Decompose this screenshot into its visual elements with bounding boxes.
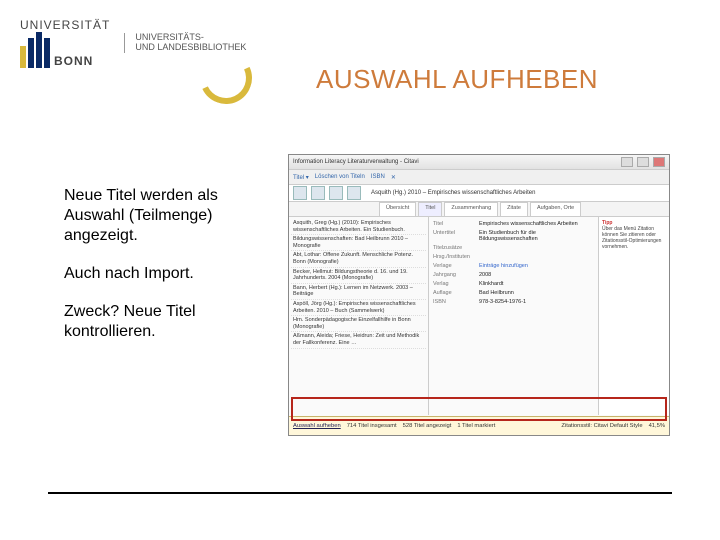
field-label: ISBN [433,299,479,305]
status-bar: Auswahl aufheben 714 Titel insgesamt 528… [289,416,669,435]
window-titlebar: Information Literacy Literaturverwaltung… [289,155,669,170]
logo-strip: UNIVERSITÄT BONN UNIVERSITÄTS- UND LANDE… [20,8,320,78]
list-item[interactable]: Becker, Hellmut: Bildungstheorie d. 16. … [291,268,426,284]
field-value[interactable] [479,254,594,260]
field-value[interactable]: 978-3-8254-1976-1 [479,299,594,305]
status-pct: 41,5% [649,423,665,429]
tab[interactable]: Aufgaben, Orte [530,202,581,216]
body-p1: Neue Titel werden als Auswahl (Teilmenge… [64,186,274,246]
menu-item[interactable]: ISBN [371,174,385,180]
tab[interactable]: Zitate [500,202,528,216]
logo-bars-icon [20,32,50,68]
tab[interactable]: Übersicht [379,202,416,216]
field-label: Auflage [433,290,479,296]
close-button[interactable] [653,157,665,167]
embedded-screenshot: Information Literacy Literaturverwaltung… [288,154,670,436]
detail-pane: TitelEmpirisches wissenschaftliches Arbe… [429,217,598,415]
field-value[interactable]: Bad Heilbrunn [479,290,594,296]
field-label: Hrsg./Instituten [433,254,479,260]
field-label: Titel [433,221,479,227]
uni-label: UNIVERSITÄT [20,18,110,32]
toolbar: Titel ▾ Löschen von Titeln ISBN ✕ [289,170,669,185]
field-value[interactable]: Ein Studienbuch für die Bildungswissensc… [479,230,594,242]
body-p3: Zweck? Neue Titel kontrollieren. [64,302,274,342]
ribbon-icon[interactable] [329,186,343,200]
ribbon-icon[interactable] [347,186,361,200]
uni-name: BONN [54,54,93,68]
ribbon-icon[interactable] [293,186,307,200]
status-segment: 528 Titel angezeigt [403,423,452,429]
menu-item[interactable]: ✕ [391,174,396,181]
list-item[interactable]: Aßmann, Aleida; Friese, Heidrun: Zeit un… [291,332,426,348]
menu-item[interactable]: Löschen von Titeln [315,174,365,180]
tab[interactable]: Zusammenhang [444,202,498,216]
body-text: Neue Titel werden als Auswahl (Teilmenge… [64,186,274,360]
status-style: Zitationsstil: Citavi Default Style [561,423,642,429]
field-value[interactable]: Klinkhardt [479,281,594,287]
field-label: Verlage [433,263,479,269]
logo-ulb: UNIVERSITÄTS- UND LANDESBIBLIOTHEK [124,33,246,53]
status-segment: 1 Titel markiert [457,423,495,429]
footer-rule [48,492,672,494]
minimize-button[interactable] [621,157,633,167]
field-label: Jahrgang [433,272,479,278]
title-list: Asquith, Greg (Hg.) (2010): Empirisches … [289,217,429,415]
list-item[interactable]: Hrn. Sonderpädagogische Einzelfallhilfe … [291,316,426,332]
ribbon-icon[interactable] [311,186,325,200]
tip-body: Über das Menü Zitation können Sie zitier… [602,226,666,250]
field-label: Untertitel [433,230,479,242]
ribbon: Asquith (Hg.) 2010 – Empirisches wissens… [289,185,669,202]
slide-title: AUSWAHL AUFHEBEN [316,64,598,95]
menu-item[interactable]: Titel ▾ [293,174,309,181]
main-area: Asquith, Greg (Hg.) (2010): Empirisches … [289,217,669,415]
list-item[interactable]: Bann, Herbert (Hg.): Lernen im Netzwerk.… [291,284,426,300]
tips-sidebar: Tipp Über das Menü Zitation können Sie z… [598,217,669,415]
field-value[interactable]: 2008 [479,272,594,278]
deselect-link[interactable]: Auswahl aufheben [293,423,341,429]
list-item[interactable]: Aspöll, Jörg (Hg.): Empirisches wissensc… [291,300,426,316]
logo-uni-bonn: UNIVERSITÄT BONN [20,18,110,68]
list-item[interactable]: Abt, Lothar: Offene Zukunft. Menschliche… [291,251,426,267]
list-item[interactable]: Bildungswissenschaften: Bad Heilbrunn 20… [291,235,426,251]
slide: UNIVERSITÄT BONN UNIVERSITÄTS- UND LANDE… [0,0,720,540]
tab-strip: Übersicht Titel Zusammenhang Zitate Aufg… [289,202,669,217]
maximize-button[interactable] [637,157,649,167]
list-item[interactable]: Asquith, Greg (Hg.) (2010): Empirisches … [291,219,426,235]
field-value[interactable]: Empirisches wissenschaftliches Arbeiten [479,221,594,227]
window-title: Information Literacy Literaturverwaltung… [293,159,617,165]
breadcrumb: Asquith (Hg.) 2010 – Empirisches wissens… [371,190,535,196]
field-value[interactable] [479,245,594,251]
tab[interactable]: Titel [418,202,442,216]
field-value[interactable]: Einträge hinzufügen [479,263,594,269]
swoosh-icon [193,45,260,112]
body-p2: Auch nach Import. [64,264,274,284]
field-label: Titelzusätze [433,245,479,251]
status-segment: 714 Titel insgesamt [347,423,397,429]
field-label: Verlag [433,281,479,287]
